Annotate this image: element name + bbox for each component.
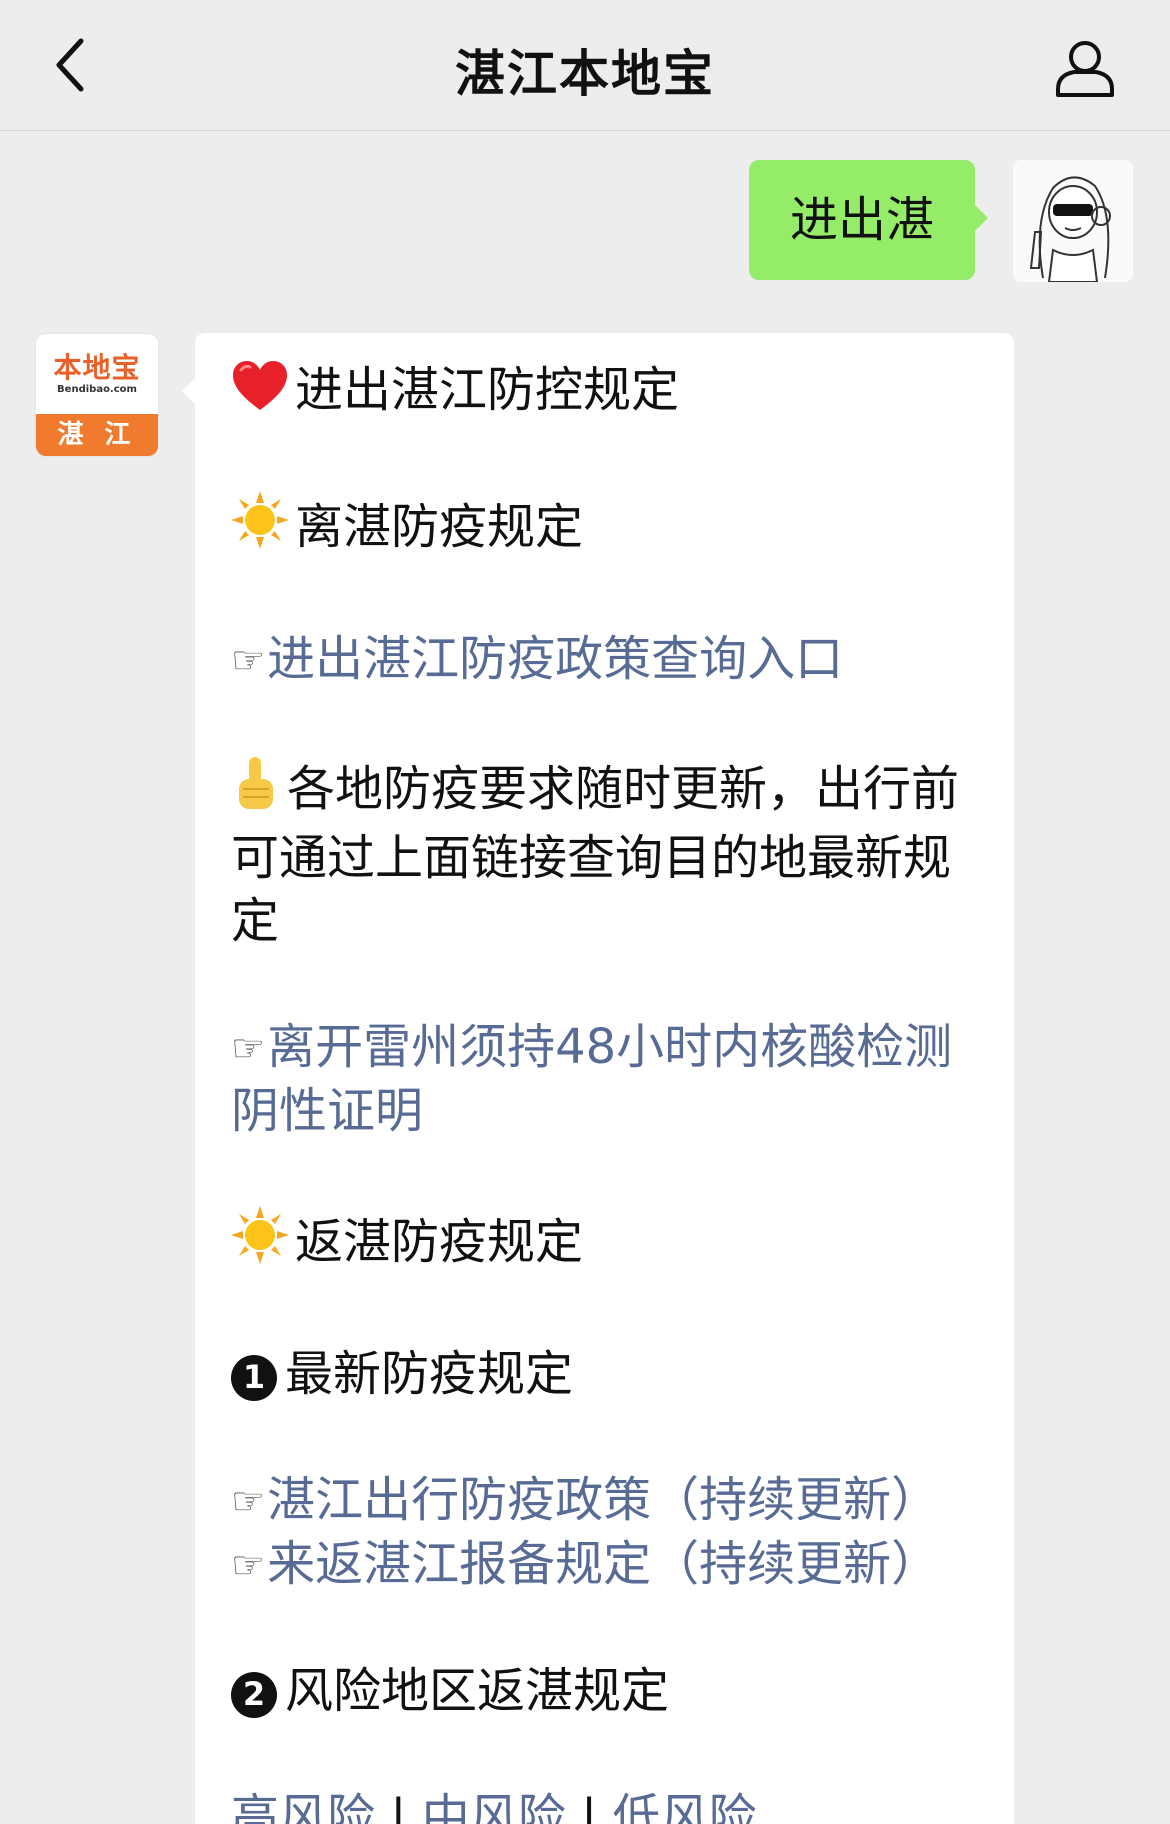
pointing-hand-icon: ☞: [231, 638, 266, 682]
sun-icon: [231, 1206, 289, 1280]
logo-text: 本地宝: [53, 351, 141, 384]
number-two-badge: 2: [231, 1671, 277, 1718]
section-2-text: 风险地区返湛规定: [285, 1663, 670, 1719]
high-risk-link[interactable]: 高风险: [231, 1789, 375, 1824]
heading-text: 进出湛江防控规定: [295, 362, 680, 418]
low-risk-link[interactable]: 低风险: [612, 1789, 756, 1824]
bot-avatar[interactable]: 本地宝 Bendibao.com 湛 江: [36, 334, 158, 456]
report-link-text[interactable]: 来返湛江报备规定（持续更新）: [267, 1536, 939, 1592]
policy-link[interactable]: ☞湛江出行防疫政策（持续更新）: [231, 1469, 978, 1533]
section-1-title: 1 最新防疫规定: [231, 1343, 978, 1406]
return-rules-title: 返湛防疫规定: [231, 1206, 978, 1280]
outgoing-bubble[interactable]: 进出湛: [749, 160, 988, 280]
red-heart-icon: [231, 360, 289, 428]
logo-city: 湛 江: [36, 414, 158, 456]
chat-header: 湛江本地宝: [0, 0, 1170, 131]
leave-rules-title: 离湛防疫规定: [231, 491, 978, 565]
user-avatar[interactable]: [1013, 160, 1133, 282]
anime-avatar-icon: [1013, 160, 1133, 282]
number-one-badge: 1: [231, 1354, 277, 1401]
return-title-text: 返湛防疫规定: [295, 1214, 584, 1270]
incoming-message: 进出湛江防控规定 离湛防疫规定 ☞进出湛江防疫政策查询入口 各地防疫要求随时更新…: [182, 333, 1014, 1824]
chat-title: 湛江本地宝: [455, 45, 715, 103]
profile-button[interactable]: [1050, 34, 1120, 104]
message-heading: 进出湛江防控规定: [231, 359, 978, 428]
policy-link-text[interactable]: 湛江出行防疫政策（持续更新）: [267, 1472, 939, 1528]
separator: |: [390, 1789, 407, 1824]
leizhou-link-text[interactable]: 离开雷州须持48小时内核酸检测阴性证明: [231, 1019, 952, 1139]
section-1-text: 最新防疫规定: [285, 1346, 574, 1402]
query-link-text[interactable]: 进出湛江防疫政策查询入口: [267, 631, 843, 687]
query-link[interactable]: ☞进出湛江防疫政策查询入口: [231, 628, 978, 692]
logo-domain: Bendibao.com: [57, 384, 137, 395]
person-icon: [1056, 41, 1114, 97]
medium-risk-link[interactable]: 中风险: [422, 1789, 566, 1824]
leizhou-link[interactable]: ☞离开雷州须持48小时内核酸检测阴性证明: [231, 1016, 978, 1143]
leave-title-text: 离湛防疫规定: [295, 499, 584, 555]
pointing-hand-icon: ☞: [231, 1026, 266, 1070]
index-pointing-up-icon: [231, 755, 281, 827]
risk-level-links: 高风险 | 中风险 | 低风险: [231, 1786, 978, 1824]
update-note: 各地防疫要求随时更新，出行前可通过上面链接查询目的地最新规定: [231, 755, 978, 953]
pointing-hand-icon: ☞: [231, 1543, 266, 1587]
sun-icon: [231, 491, 289, 565]
pointing-hand-icon: ☞: [231, 1479, 266, 1523]
note-text: 各地防疫要求随时更新，出行前可通过上面链接查询目的地最新规定: [231, 761, 960, 949]
bendibao-logo: 本地宝 Bendibao.com: [36, 334, 158, 414]
section-2-title: 2 风险地区返湛规定: [231, 1660, 978, 1723]
report-link[interactable]: ☞来返湛江报备规定（持续更新）: [231, 1533, 978, 1597]
separator: |: [581, 1789, 598, 1824]
